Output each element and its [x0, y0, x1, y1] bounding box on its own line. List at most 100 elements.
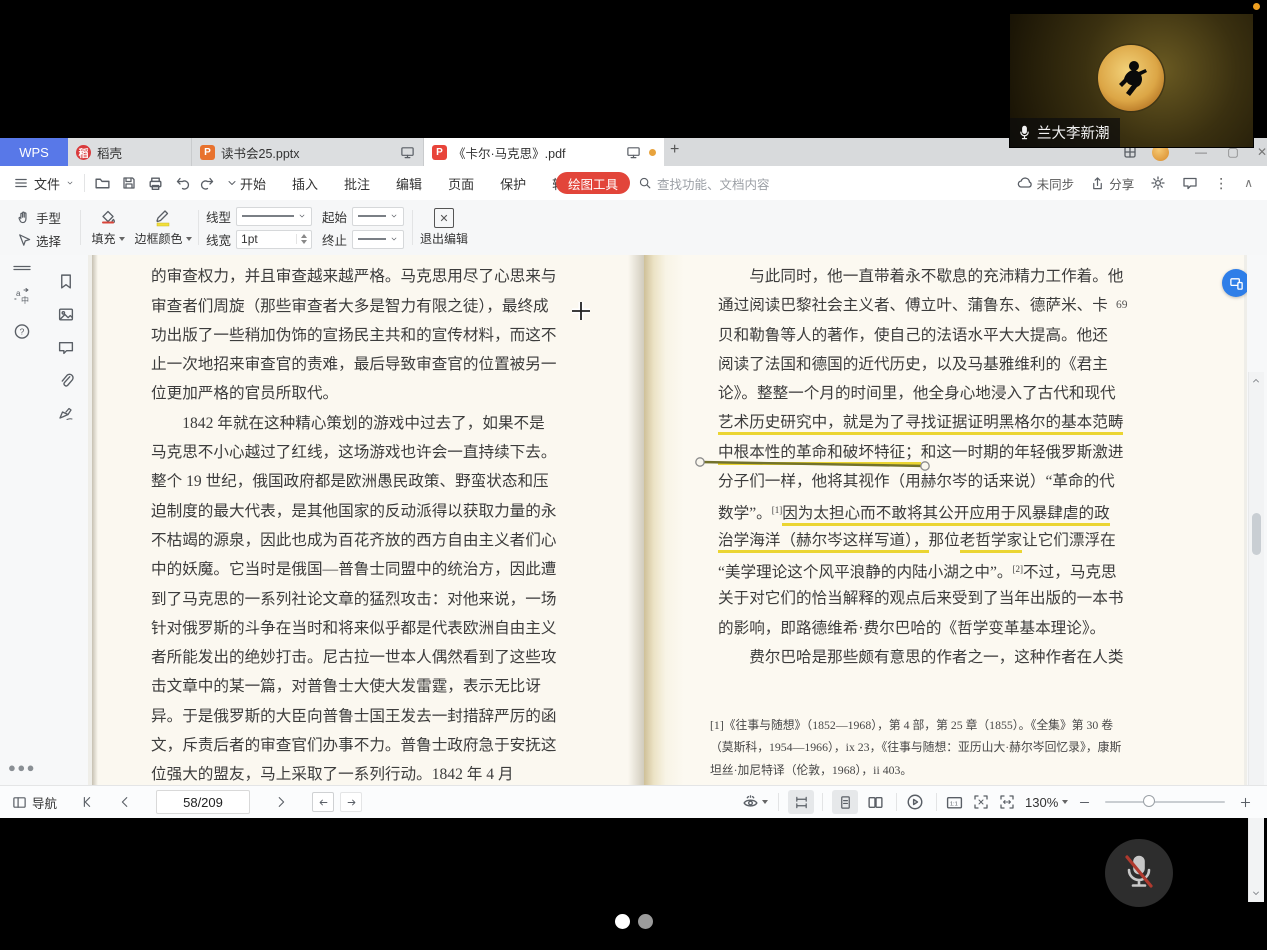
vertical-scrollbar[interactable]: [1248, 372, 1264, 902]
tab-daoke[interactable]: 稻 稻壳: [68, 138, 192, 166]
image-icon[interactable]: [58, 306, 75, 323]
line-width-stepper[interactable]: 1pt: [236, 230, 312, 249]
minimize-button[interactable]: —: [1185, 145, 1217, 159]
fill-color-button[interactable]: 填充: [86, 204, 130, 251]
presenting-monitor-icon: [400, 145, 415, 160]
fit-page-icon[interactable]: [973, 794, 989, 810]
zoom-in-icon[interactable]: [1239, 796, 1252, 809]
sidebar-more-icon[interactable]: ●●●: [8, 760, 36, 775]
drag-handle-icon[interactable]: [12, 265, 32, 271]
slide-dot-active[interactable]: [615, 914, 630, 929]
line-end-select[interactable]: [352, 230, 404, 249]
double-page-view[interactable]: [862, 790, 888, 814]
wps-home-button[interactable]: WPS: [0, 138, 68, 166]
continuous-read-mode[interactable]: [788, 790, 814, 814]
print-icon[interactable]: [147, 175, 164, 192]
menu-item[interactable]: 页面: [448, 174, 474, 193]
view-back-button[interactable]: [312, 792, 334, 812]
zoom-slider[interactable]: [1105, 801, 1225, 803]
redo-icon[interactable]: [200, 175, 216, 191]
open-folder-icon[interactable]: [94, 175, 111, 192]
zoom-out-icon[interactable]: [1078, 796, 1091, 809]
close-button[interactable]: ✕: [1249, 145, 1267, 159]
svg-text:中: 中: [21, 295, 29, 305]
text-line: 位更加严格的官员所取代。: [151, 379, 556, 408]
continuous-mode-icon: [794, 795, 809, 810]
slide-dot[interactable]: [638, 914, 653, 929]
svg-text:?: ?: [20, 327, 25, 337]
line-type-select[interactable]: [236, 207, 312, 226]
first-page-icon[interactable]: [80, 795, 94, 809]
border-color-button[interactable]: 边框颜色: [132, 204, 194, 251]
zoom-slider-knob[interactable]: [1143, 795, 1155, 807]
view-forward-button[interactable]: [340, 792, 362, 812]
stepper-arrows-icon[interactable]: [296, 234, 307, 244]
eye-icon: [742, 794, 759, 811]
vscroll-thumb[interactable]: [1252, 513, 1261, 555]
collapse-ribbon-button[interactable]: ∧: [1244, 176, 1253, 190]
hand-icon: [16, 210, 31, 225]
recording-dot-icon: [1253, 3, 1260, 10]
fit-width-icon[interactable]: [999, 794, 1015, 810]
play-presentation-button[interactable]: [906, 786, 924, 818]
tab-pptx[interactable]: P 读书会25.pptx: [192, 138, 424, 166]
new-tab-button[interactable]: +: [670, 141, 679, 159]
presenting-monitor-icon: [626, 145, 641, 160]
share-button[interactable]: 分享: [1090, 174, 1134, 193]
tab-pdf-active[interactable]: P 《卡尔·马克思》.pdf: [424, 138, 664, 166]
mobile-view-float-button[interactable]: [1222, 269, 1247, 297]
menu-item[interactable]: 插入: [292, 174, 318, 193]
more-commands-icon[interactable]: [226, 177, 238, 189]
menu-item[interactable]: 开始: [240, 174, 266, 193]
eye-protect-mode[interactable]: [742, 786, 768, 818]
save-icon[interactable]: [121, 175, 137, 191]
video-call-overlay[interactable]: 兰大李新潮: [1010, 14, 1253, 147]
page-number-input[interactable]: [156, 790, 250, 814]
unsaved-dot-icon: [649, 149, 656, 156]
zoom-level-dropdown[interactable]: 130%: [1025, 795, 1068, 810]
attachment-icon[interactable]: [58, 372, 75, 389]
scroll-up-arrow-icon[interactable]: [1252, 377, 1260, 385]
menu-item[interactable]: 保护: [500, 174, 526, 193]
text-line: 异。于是俄罗斯的大臣向普鲁士国王发去一封措辞严厉的函: [151, 702, 556, 731]
text-line: 费尔巴哈是那些颇有意思的作者之一，这种作者在人类: [718, 643, 1123, 672]
settings-gear-icon[interactable]: [1150, 175, 1166, 191]
menu-bar-right: 未同步 分享 ⋮ ∧: [1017, 166, 1253, 200]
select-tool[interactable]: 选择: [16, 229, 61, 251]
feedback-comment-icon[interactable]: [1182, 175, 1198, 191]
actual-size-icon[interactable]: 1:1: [946, 794, 963, 811]
line-end-row: 终止: [322, 228, 404, 250]
mute-mic-button[interactable]: [1105, 839, 1173, 907]
mic-icon: [1018, 125, 1031, 140]
page-edge-shadow: [92, 255, 98, 785]
file-menu[interactable]: 文件: [14, 166, 74, 200]
signature-pen-icon[interactable]: [57, 405, 75, 423]
menu-item[interactable]: 批注: [344, 174, 370, 193]
exit-edit-button[interactable]: ✕ 退出编辑: [418, 204, 470, 251]
undo-icon[interactable]: [174, 175, 190, 191]
prev-page-icon[interactable]: [118, 795, 132, 809]
bookmark-icon[interactable]: [58, 273, 75, 290]
scroll-down-arrow-icon[interactable]: [1252, 889, 1260, 897]
pdf-viewport[interactable]: 颁布了新的书报检查令，进一步扩大了审查官们的审查权力，并且审查越来越严格。马克思…: [88, 255, 1247, 785]
mic-muted-icon: [1122, 854, 1156, 892]
forward-arrow-icon: [346, 797, 357, 808]
navigation-toggle[interactable]: 导航: [12, 786, 57, 818]
line-width-row: 线宽 1pt: [206, 228, 312, 250]
comment-icon[interactable]: [58, 339, 75, 356]
translate-icon[interactable]: a 中: [13, 287, 31, 305]
hand-tool[interactable]: 手型: [16, 206, 61, 228]
line-annotation-selected[interactable]: [688, 451, 938, 477]
search-input[interactable]: 查找功能、文档内容: [638, 166, 770, 200]
next-page-icon[interactable]: [274, 795, 288, 809]
line-start-select[interactable]: [352, 207, 404, 226]
participant-name: 兰大李新潮: [1037, 122, 1110, 143]
draw-tools-tab[interactable]: 绘图工具: [556, 172, 630, 194]
help-icon[interactable]: ?: [14, 323, 31, 340]
menu-item[interactable]: 编辑: [396, 174, 422, 193]
single-page-view[interactable]: [832, 790, 858, 814]
chevron-down-icon: [66, 179, 74, 187]
more-menu-button[interactable]: ⋮: [1214, 175, 1228, 192]
maximize-button[interactable]: ▢: [1217, 145, 1249, 159]
sync-status[interactable]: 未同步: [1017, 174, 1075, 193]
